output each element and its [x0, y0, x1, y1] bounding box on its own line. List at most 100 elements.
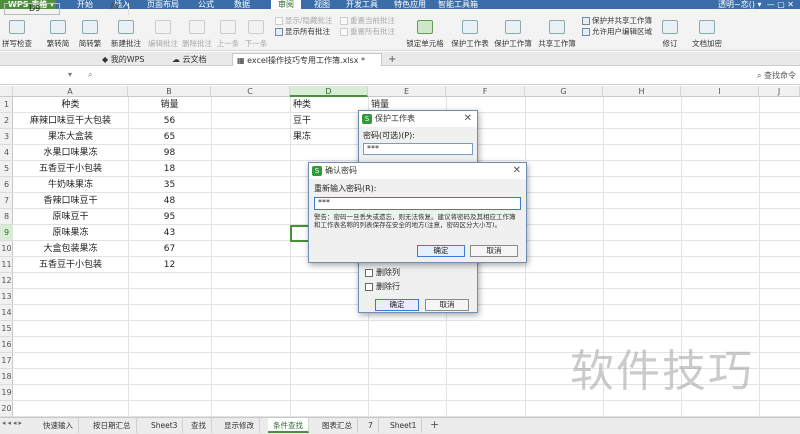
close-icon[interactable]: ✕	[513, 163, 521, 179]
table-cell-sales[interactable]: 18	[128, 161, 211, 177]
row-header[interactable]: 12	[0, 273, 13, 289]
row-header[interactable]: 8	[0, 209, 13, 225]
spell-check-button[interactable]: 拼写检查	[2, 13, 32, 49]
lookup-header-kind[interactable]: 种类	[293, 97, 363, 113]
lookup-cell[interactable]: 果冻	[293, 129, 353, 145]
select-all-corner[interactable]	[0, 86, 13, 97]
row-header[interactable]: 16	[0, 337, 13, 353]
table-cell-sales[interactable]: 67	[128, 241, 211, 257]
row-header[interactable]: 20	[0, 401, 13, 417]
delete-comment-button[interactable]: 删除批注	[182, 13, 212, 49]
add-sheet-button[interactable]: +	[430, 418, 439, 432]
protect-sheet-button[interactable]: 保护工作表	[451, 13, 489, 49]
row-header[interactable]: 11	[0, 257, 13, 273]
column-header[interactable]: A	[13, 86, 128, 97]
lookup-cell[interactable]: 豆干	[293, 113, 353, 129]
formula-input[interactable]	[128, 3, 796, 15]
namebox-dropdown-icon[interactable]: ▾	[68, 70, 72, 79]
table-cell-sales[interactable]: 95	[128, 209, 211, 225]
column-header[interactable]: J	[759, 86, 800, 97]
cancel-button[interactable]: 取消	[470, 245, 518, 257]
option-delete-columns[interactable]: 删除列	[365, 267, 400, 278]
header-cell-kind[interactable]: 种类	[13, 97, 128, 113]
doc-tab-my-wps[interactable]: ◆ 我的WPS	[98, 53, 149, 66]
table-cell-sales[interactable]: 35	[128, 177, 211, 193]
show-all-comments-button[interactable]: 显示所有批注	[275, 26, 333, 37]
row-header[interactable]: 10	[0, 241, 13, 257]
doc-tab-workbook[interactable]: ▦ excel操作技巧专用工作簿.xlsx *	[232, 53, 382, 66]
table-cell-sales[interactable]: 98	[128, 145, 211, 161]
password-input[interactable]: ***	[363, 143, 473, 155]
row-header[interactable]: 13	[0, 289, 13, 305]
option-delete-rows[interactable]: 删除行	[365, 281, 400, 292]
sheet-tab[interactable]: Sheet3	[146, 418, 184, 433]
column-header[interactable]: B	[128, 86, 211, 97]
row-header[interactable]: 4	[0, 145, 13, 161]
show-hide-comment-button[interactable]: 显示/隐藏批注	[275, 15, 333, 26]
column-header[interactable]: H	[603, 86, 681, 97]
sheet-tab[interactable]: 7	[363, 418, 379, 433]
row-header[interactable]: 6	[0, 177, 13, 193]
table-cell-kind[interactable]: 五香豆干小包装	[13, 161, 128, 177]
column-header[interactable]: F	[446, 86, 525, 97]
table-cell-sales[interactable]: 43	[128, 225, 211, 241]
ok-button[interactable]: 确定	[417, 245, 465, 257]
share-workbook-button[interactable]: 共享工作簿	[538, 13, 576, 49]
table-cell-kind[interactable]: 香辣口味豆干	[13, 193, 128, 209]
sheet-tab[interactable]: 图表汇总	[317, 418, 358, 433]
sheet-tab[interactable]: Sheet1	[385, 418, 423, 433]
sheet-tab[interactable]: 按日期汇总	[88, 418, 137, 433]
column-header[interactable]: G	[525, 86, 603, 97]
row-header[interactable]: 15	[0, 321, 13, 337]
sheet-tab[interactable]: 快速输入	[38, 418, 79, 433]
table-cell-sales[interactable]: 12	[128, 257, 211, 273]
lock-cell-button[interactable]: 锁定单元格	[405, 13, 445, 49]
table-cell-kind[interactable]: 水果口味果冻	[13, 145, 128, 161]
table-cell-sales[interactable]: 56	[128, 113, 211, 129]
protect-workbook-button[interactable]: 保护工作簿	[494, 13, 532, 49]
row-header[interactable]: 7	[0, 193, 13, 209]
table-cell-kind[interactable]: 大盒包装果冻	[13, 241, 128, 257]
sheet-tab-active[interactable]: 条件查找	[268, 418, 309, 433]
row-header[interactable]: 19	[0, 385, 13, 401]
name-box[interactable]: D9	[4, 3, 60, 15]
zoom-icon[interactable]: ⌕	[88, 70, 92, 80]
simp-to-trad-button[interactable]: 简转繁	[76, 13, 104, 49]
edit-comment-button[interactable]: 编辑批注	[148, 13, 178, 49]
checkbox[interactable]	[365, 282, 373, 291]
reset-all-comments-button[interactable]: 重置所有批注	[340, 26, 395, 37]
table-cell-kind[interactable]: 原味果冻	[13, 225, 128, 241]
table-cell-kind[interactable]: 麻辣口味豆干大包装	[13, 113, 128, 129]
checkbox[interactable]	[365, 268, 373, 277]
row-header[interactable]: 3	[0, 129, 13, 145]
table-cell-kind[interactable]: 五香豆干小包装	[13, 257, 128, 273]
column-header[interactable]: I	[681, 86, 759, 97]
header-cell-sales[interactable]: 销量	[128, 97, 211, 113]
sheet-nav-arrows[interactable]: ◂◂◂▸	[2, 419, 24, 427]
column-header[interactable]: D	[290, 86, 368, 97]
table-cell-kind[interactable]: 原味豆干	[13, 209, 128, 225]
doc-tab-cloud[interactable]: ☁ 云文档	[168, 53, 211, 66]
sheet-tab[interactable]: 显示修改	[219, 418, 260, 433]
revise-button[interactable]: 修订	[658, 13, 682, 49]
close-icon[interactable]: ✕	[464, 111, 472, 127]
tab-home[interactable]: 开始	[72, 0, 98, 9]
row-header[interactable]: 9	[0, 225, 13, 241]
row-header[interactable]: 18	[0, 369, 13, 385]
row-header[interactable]: 5	[0, 161, 13, 177]
column-header[interactable]: C	[211, 86, 290, 97]
table-cell-kind[interactable]: 果冻大盒装	[13, 129, 128, 145]
prev-comment-button[interactable]: 上一条	[217, 13, 239, 49]
confirm-password-input[interactable]: ***	[314, 197, 521, 210]
table-cell-kind[interactable]: 牛奶味果冻	[13, 177, 128, 193]
sheet-tab[interactable]: 查找	[186, 418, 212, 433]
next-comment-button[interactable]: 下一条	[245, 13, 267, 49]
search-command[interactable]: ⌕ 查找命令	[757, 70, 796, 81]
allow-edit-ranges-button[interactable]: 允许用户编辑区域	[582, 26, 652, 37]
table-cell-sales[interactable]: 48	[128, 193, 211, 209]
new-comment-button[interactable]: 新建批注	[110, 13, 142, 49]
table-cell-sales[interactable]: 65	[128, 129, 211, 145]
fx-icon[interactable]: fx	[110, 2, 120, 12]
row-header[interactable]: 14	[0, 305, 13, 321]
new-tab-button[interactable]: +	[388, 53, 396, 66]
